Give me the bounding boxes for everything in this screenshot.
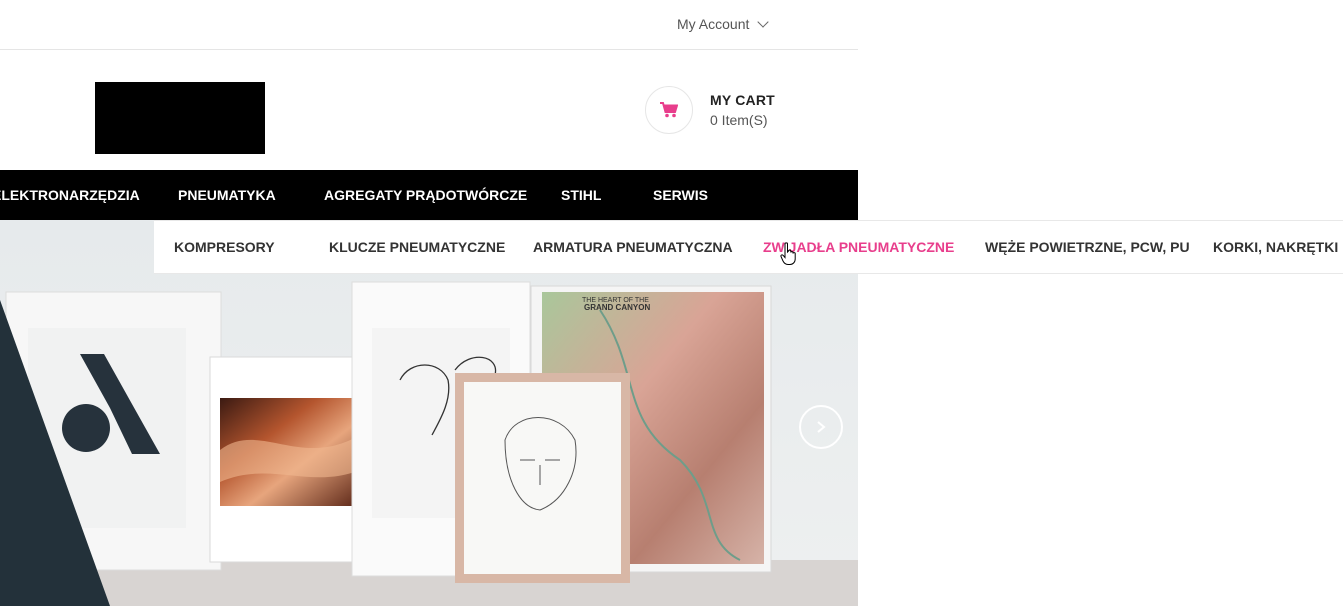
hero-image: THE HEART OF THE GRAND CANYON: [0, 220, 858, 606]
submenu-item-klucze-pneumatyczne[interactable]: KLUCZE PNEUMATYCZNE: [329, 239, 505, 255]
top-bar: My Account: [0, 0, 858, 50]
submenu-item-armatura-pneumatyczna[interactable]: ARMATURA PNEUMATYCZNA: [533, 239, 733, 255]
nav-item-serwis[interactable]: SERWIS: [653, 187, 708, 203]
nav-item-pneumatyka[interactable]: PNEUMATYKA: [178, 187, 276, 203]
nav-item-agregaty[interactable]: AGREGATY PRĄDOTWÓRCZE: [324, 187, 527, 203]
my-account-label: My Account: [677, 16, 750, 32]
submenu-item-kompresory[interactable]: KOMPRESORY: [174, 239, 275, 255]
slider-next-button[interactable]: [799, 405, 843, 449]
cart-item-count: 0 Item(S): [710, 112, 768, 128]
chevron-right-icon: [817, 421, 826, 433]
chevron-down-icon: [757, 16, 770, 28]
pneumatyka-submenu: KOMPRESORY KLUCZE PNEUMATYCZNE ARMATURA …: [154, 220, 1343, 274]
hero-slider: THE HEART OF THE GRAND CANYON: [0, 220, 858, 606]
my-account-menu[interactable]: My Account: [677, 16, 770, 32]
submenu-item-korki-nakretki[interactable]: KORKI, NAKRĘTKI: [1213, 239, 1338, 255]
cart-title: MY CART: [710, 92, 775, 108]
map-title-line-2: GRAND CANYON: [584, 303, 650, 312]
cart-icon[interactable]: [645, 86, 693, 134]
hand-pointer-icon: [780, 242, 796, 265]
main-navigation: ELEKTRONARZĘDZIA PNEUMATYKA AGREGATY PRĄ…: [0, 170, 858, 220]
mini-cart[interactable]: MY CART 0 Item(S): [645, 86, 775, 134]
site-logo[interactable]: [95, 82, 265, 154]
nav-item-stihl[interactable]: STIHL: [561, 187, 601, 203]
nav-item-elektronarzedzia[interactable]: ELEKTRONARZĘDZIA: [0, 187, 140, 203]
submenu-item-weze-powietrzne[interactable]: WĘŻE POWIETRZNE, PCW, PU: [985, 239, 1190, 255]
